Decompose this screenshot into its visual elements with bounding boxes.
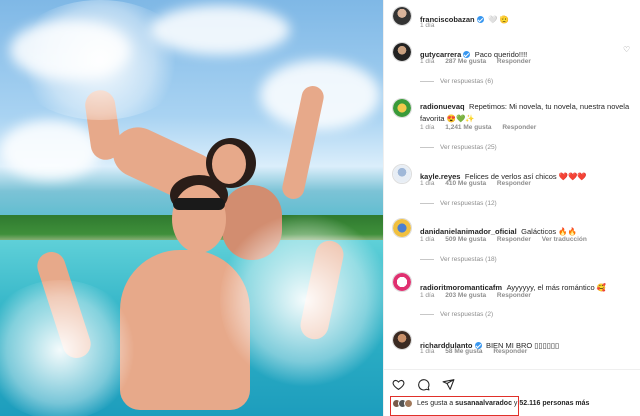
view-replies-label: Ver respuestas (18): [440, 256, 497, 263]
likes-count[interactable]: 52.116 personas más: [519, 400, 589, 407]
view-replies-label: Ver respuestas (25): [440, 144, 497, 151]
author-age: 1 día: [420, 22, 435, 29]
comment-text: Ayyyyyy, el más romántico 🥰: [506, 283, 607, 292]
author-avatar[interactable]: [392, 6, 412, 26]
comment-avatar[interactable]: [392, 42, 412, 62]
comment-likes[interactable]: 203 Me gusta: [445, 292, 486, 299]
view-replies-label: Ver respuestas (12): [440, 200, 497, 207]
share-icon[interactable]: [442, 378, 455, 391]
translate-button[interactable]: Ver traducción: [542, 236, 587, 243]
comment-avatar[interactable]: [392, 330, 412, 350]
comment-likes[interactable]: 410 Me gusta: [445, 180, 486, 187]
view-replies[interactable]: Ver respuestas (12): [420, 200, 497, 207]
comment-text: Galácticos 🔥🔥: [521, 227, 577, 236]
post-actions: [392, 378, 455, 391]
reply-button[interactable]: Responder: [497, 58, 531, 65]
reply-button[interactable]: Responder: [497, 292, 531, 299]
highlight-box: [390, 396, 519, 416]
reply-button[interactable]: Responder: [502, 124, 536, 131]
man-face: [172, 185, 226, 253]
verified-icon: [476, 16, 484, 23]
view-replies[interactable]: Ver respuestas (25): [420, 144, 497, 151]
cloud: [0, 120, 100, 180]
sunglasses: [173, 198, 225, 210]
comment-username[interactable]: danidanielanimador_oficial: [420, 227, 517, 236]
comment-avatar[interactable]: [392, 272, 412, 292]
comment-likes[interactable]: 1,241 Me gusta: [445, 124, 491, 131]
comment-2: radionuevaq Repetimos: Mi novela, tu nov…: [420, 100, 632, 124]
comment-age: 1 día: [420, 180, 435, 187]
comment-likes[interactable]: 287 Me gusta: [445, 58, 486, 65]
water-splash: [220, 210, 383, 390]
comment-age: 1 día: [420, 58, 435, 65]
comment-username[interactable]: radionuevaq: [420, 102, 465, 111]
comment-age: 1 día: [420, 236, 435, 243]
view-replies[interactable]: Ver respuestas (18): [420, 256, 497, 263]
comment-likes[interactable]: 509 Me gusta: [445, 236, 486, 243]
post-photo[interactable]: [0, 0, 383, 416]
water-splash: [10, 0, 190, 120]
comment-age: 1 día: [420, 124, 435, 131]
comment-meta: 1 día 287 Me gusta Responder: [420, 58, 540, 65]
comments-panel: franciscobazan 🤍 🫡 1 día gutycarrera Pac…: [383, 0, 640, 416]
view-replies[interactable]: Ver respuestas (2): [420, 311, 493, 318]
comment-age: 1 día: [420, 292, 435, 299]
comment-meta: 1 día 1,241 Me gusta Responder: [420, 124, 545, 131]
divider: [384, 369, 640, 370]
reply-button[interactable]: Responder: [497, 236, 531, 243]
comment-avatar[interactable]: [392, 164, 412, 184]
heart-icon[interactable]: [392, 378, 405, 391]
comment-username[interactable]: radioritmoromanticafm: [420, 283, 502, 292]
view-replies-label: Ver respuestas (6): [440, 78, 494, 85]
view-replies-label: Ver respuestas (2): [440, 311, 494, 318]
comment-like-heart-icon[interactable]: ♡: [623, 45, 632, 54]
comment-meta: 1 día 410 Me gusta Responder: [420, 180, 540, 187]
view-replies[interactable]: Ver respuestas (6): [420, 78, 493, 85]
comment-avatar[interactable]: [392, 218, 412, 238]
reply-button[interactable]: Responder: [493, 348, 527, 355]
comment-meta: 1 día 509 Me gusta Responder Ver traducc…: [420, 236, 596, 243]
author-emoji: 🤍 🫡: [488, 15, 509, 24]
comment-meta: 1 día 203 Me gusta Responder: [420, 292, 540, 299]
comment-age: 1 día: [420, 348, 435, 355]
reply-button[interactable]: Responder: [497, 180, 531, 187]
comment-icon[interactable]: [417, 378, 430, 391]
comment-avatar[interactable]: [392, 98, 412, 118]
woman-face: [212, 144, 246, 184]
comment-meta: 1 día 58 Me gusta Responder: [420, 348, 536, 355]
comment-likes[interactable]: 58 Me gusta: [445, 348, 482, 355]
verified-icon: [463, 51, 471, 58]
